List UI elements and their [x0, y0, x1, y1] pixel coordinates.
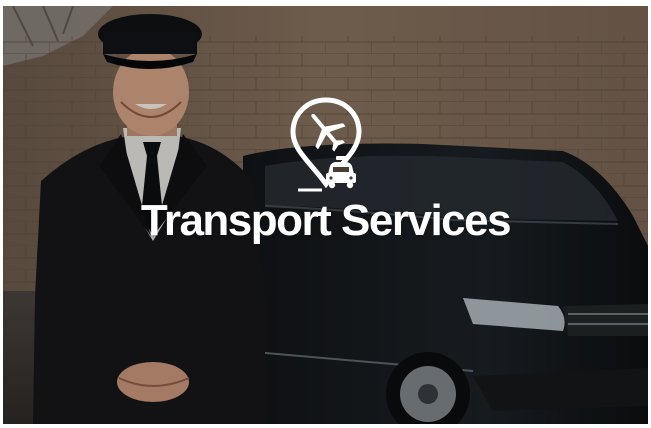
transport-services-card[interactable]: Transport Services — [3, 6, 648, 424]
airport-taxi-pin-icon — [276, 94, 376, 194]
card-caption: Transport Services — [3, 94, 648, 246]
card-title: Transport Services — [140, 196, 512, 245]
